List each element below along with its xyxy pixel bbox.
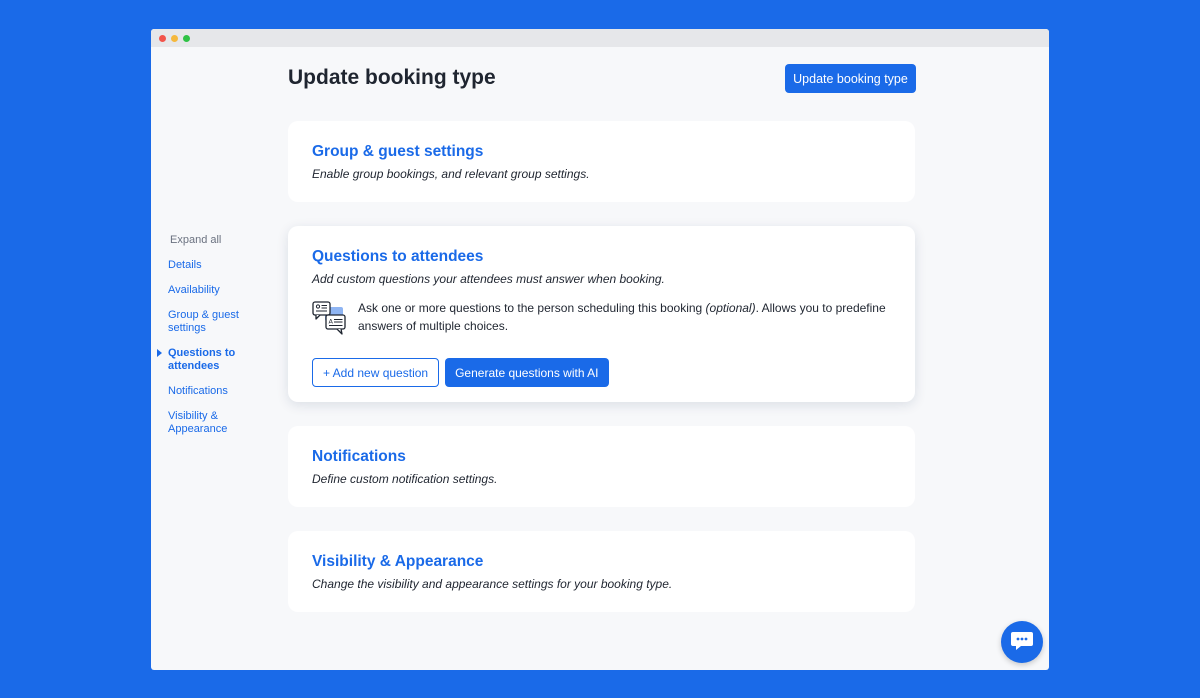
- sidenav-item-notifications[interactable]: Notifications: [168, 385, 258, 398]
- card-description: Define custom notification settings.: [312, 472, 498, 486]
- sidenav-item-availability[interactable]: Availability: [168, 284, 258, 297]
- minimize-window-dot[interactable]: [171, 34, 178, 42]
- maximize-window-dot[interactable]: [183, 34, 190, 42]
- questions-info-text: Ask one or more questions to the person …: [358, 301, 886, 333]
- sidenav-item-group-guest-settings[interactable]: Group & guest settings: [168, 309, 258, 335]
- questions-to-attendees-card: Questions to attendees Add custom questi…: [288, 226, 915, 402]
- card-title: Visibility & Appearance: [312, 553, 484, 570]
- update-booking-type-button[interactable]: Update booking type: [785, 64, 916, 93]
- sidenav-item-details[interactable]: Details: [168, 259, 258, 272]
- chat-widget-button[interactable]: [1001, 621, 1043, 663]
- questions-chat-icon: A: [312, 300, 350, 338]
- questions-info-row: A Ask one or more questions to the perso…: [312, 300, 891, 338]
- sidenav-item-visibility-appearance[interactable]: Visibility & Appearance: [168, 410, 258, 436]
- generate-questions-ai-button[interactable]: Generate questions with AI: [445, 358, 609, 387]
- card-description: Enable group bookings, and relevant grou…: [312, 167, 590, 181]
- card-title: Group & guest settings: [312, 143, 484, 160]
- expand-all-link[interactable]: Expand all: [168, 234, 258, 246]
- card-description: Add custom questions your attendees must…: [312, 272, 665, 286]
- app-window: Update booking type Update booking type …: [151, 29, 1049, 670]
- card-title[interactable]: Questions to attendees: [312, 248, 891, 266]
- visibility-appearance-card[interactable]: Visibility & Appearance Change the visib…: [288, 531, 915, 612]
- notifications-card[interactable]: Notifications Define custom notification…: [288, 426, 915, 507]
- add-new-question-button[interactable]: + Add new question: [312, 358, 440, 387]
- chat-bubble-icon: [1010, 630, 1034, 655]
- close-window-dot[interactable]: [159, 34, 166, 42]
- section-sidenav: Expand all Details Availability Group & …: [157, 234, 258, 448]
- svg-text:A: A: [329, 318, 334, 326]
- card-title: Notifications: [312, 448, 406, 465]
- window-titlebar: [151, 29, 1049, 47]
- sidenav-item-questions-to-attendees[interactable]: Questions to attendees: [157, 347, 258, 373]
- card-description: Change the visibility and appearance set…: [312, 577, 673, 591]
- questions-actions: + Add new question Generate questions wi…: [312, 358, 891, 387]
- page-title: Update booking type: [288, 66, 496, 89]
- group-guest-settings-card[interactable]: Group & guest settings Enable group book…: [288, 121, 915, 202]
